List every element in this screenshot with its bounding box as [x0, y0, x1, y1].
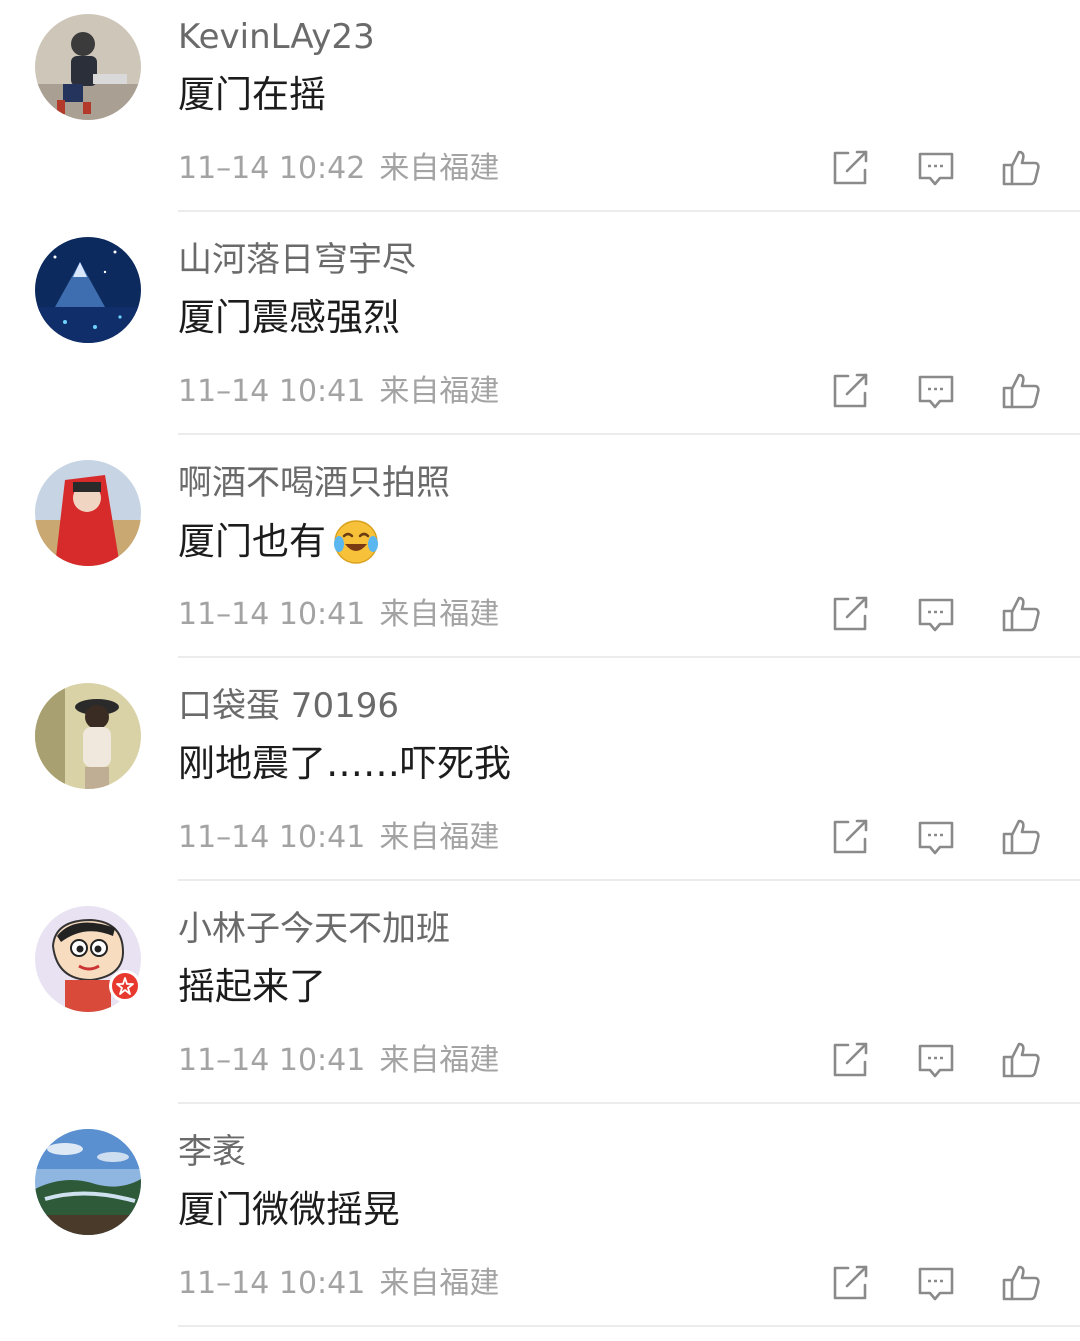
comment-text-content: 刚地震了……吓死我 [178, 742, 511, 785]
comment-text: 摇起来了 [178, 964, 326, 1010]
comment-actions [0, 371, 1080, 413]
comment-actions [0, 594, 1080, 636]
divider [178, 1325, 1080, 1327]
avatar-starry-mountain-icon[interactable] [35, 237, 141, 343]
divider [178, 879, 1080, 881]
thumbs-up-icon[interactable] [1001, 1263, 1041, 1303]
divider [178, 656, 1080, 658]
comment-text-content: 厦门微微摇晃 [178, 1188, 400, 1231]
username[interactable]: KevinLAy23 [178, 16, 375, 58]
comment-icon[interactable] [916, 371, 956, 411]
avatar-person-photo-icon[interactable] [35, 14, 141, 120]
verified-badge-icon [109, 970, 141, 1002]
avatar-girl-with-hat-icon[interactable] [35, 683, 141, 789]
comment-actions [0, 1263, 1080, 1305]
comment-item: 山河落日穹宇尽 厦门震感强烈 11–14 10:41 来自福建 [0, 223, 1080, 446]
repost-icon[interactable] [830, 817, 870, 857]
comment-text: 厦门也有 [178, 518, 380, 566]
username[interactable]: 山河落日穹宇尽 [178, 239, 416, 281]
divider [178, 1102, 1080, 1104]
username[interactable]: 口袋蛋 70196 [178, 685, 399, 727]
comment-list: KevinLAy23 厦门在摇 11–14 10:42 来自福建 山河落日穹宇尽… [0, 0, 1080, 1341]
laughing-tears-emoji-icon [332, 518, 380, 566]
repost-icon[interactable] [830, 1263, 870, 1303]
divider [178, 210, 1080, 212]
divider [178, 433, 1080, 435]
comment-text-content: 摇起来了 [178, 965, 326, 1008]
comment-icon[interactable] [916, 1263, 956, 1303]
thumbs-up-icon[interactable] [1001, 817, 1041, 857]
comment-item: 李袤 厦门微微摇晃 11–14 10:41 来自福建 [0, 1115, 1080, 1338]
comment-actions [0, 148, 1080, 190]
comment-item: 小林子今天不加班 摇起来了 11–14 10:41 来自福建 [0, 892, 1080, 1115]
comment-text: 厦门在摇 [178, 72, 326, 118]
username[interactable]: 小林子今天不加班 [178, 908, 450, 950]
avatar-red-veil-portrait-icon[interactable] [35, 460, 141, 566]
repost-icon[interactable] [830, 594, 870, 634]
comment-text-content: 厦门在摇 [178, 73, 326, 116]
repost-icon[interactable] [830, 1040, 870, 1080]
comment-text: 刚地震了……吓死我 [178, 741, 511, 787]
comment-text: 厦门震感强烈 [178, 295, 400, 341]
comment-actions [0, 817, 1080, 859]
thumbs-up-icon[interactable] [1001, 148, 1041, 188]
thumbs-up-icon[interactable] [1001, 1040, 1041, 1080]
comment-icon[interactable] [916, 148, 956, 188]
comment-text: 厦门微微摇晃 [178, 1187, 400, 1233]
avatar-landscape-photo-icon[interactable] [35, 1129, 141, 1235]
comment-icon[interactable] [916, 1040, 956, 1080]
comment-item: 口袋蛋 70196 刚地震了……吓死我 11–14 10:41 来自福建 [0, 669, 1080, 892]
repost-icon[interactable] [830, 148, 870, 188]
comment-text-content: 厦门也有 [178, 520, 326, 563]
thumbs-up-icon[interactable] [1001, 594, 1041, 634]
comment-icon[interactable] [916, 594, 956, 634]
comment-actions [0, 1040, 1080, 1082]
comment-item: KevinLAy23 厦门在摇 11–14 10:42 来自福建 [0, 0, 1080, 223]
comment-icon[interactable] [916, 817, 956, 857]
comment-text-content: 厦门震感强烈 [178, 296, 400, 339]
comment-item: 啊酒不喝酒只拍照 厦门也有 11–14 10:41 来自福建 [0, 446, 1080, 669]
username[interactable]: 啊酒不喝酒只拍照 [178, 462, 450, 504]
thumbs-up-icon[interactable] [1001, 371, 1041, 411]
repost-icon[interactable] [830, 371, 870, 411]
username[interactable]: 李袤 [178, 1131, 246, 1173]
